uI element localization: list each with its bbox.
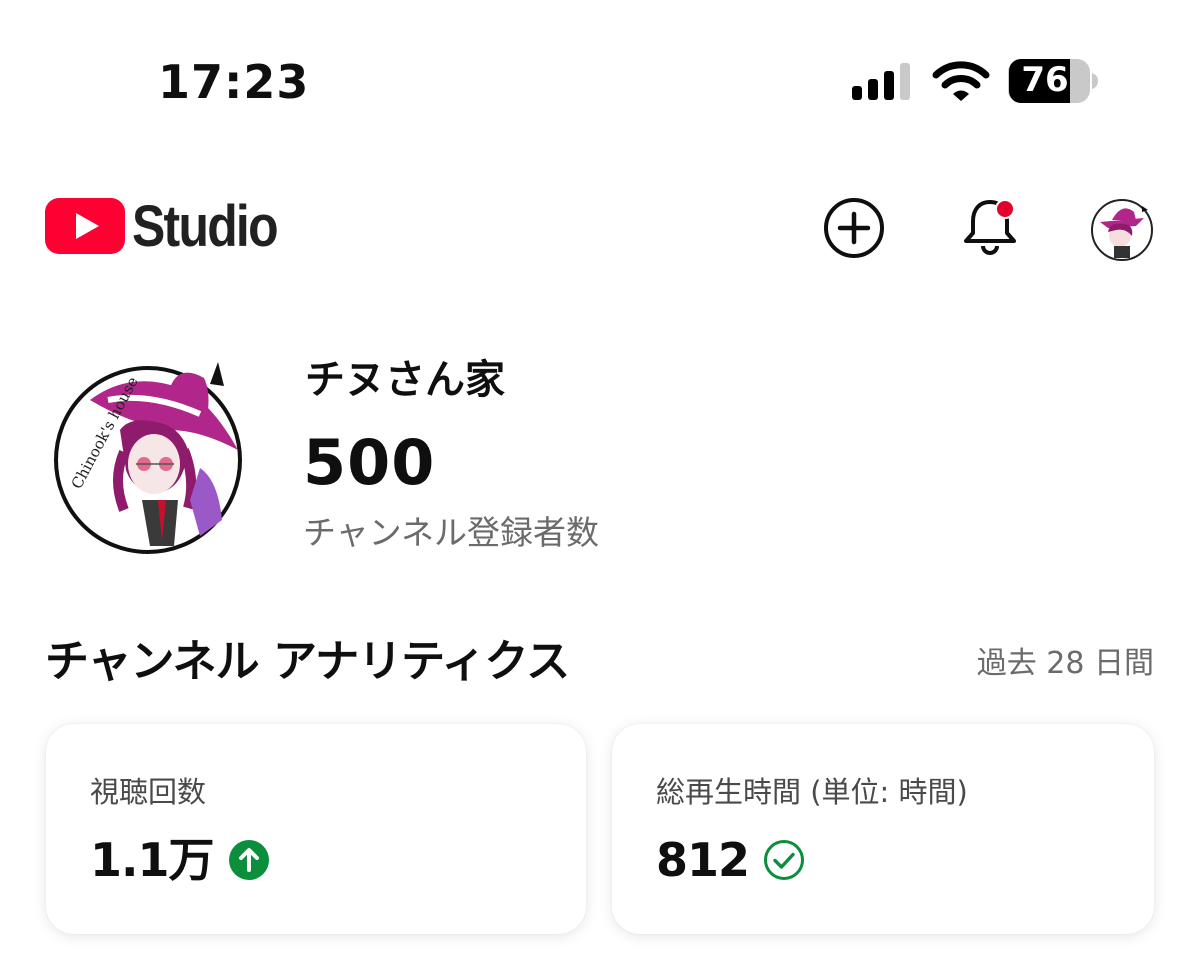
views-card[interactable]: 視聴回数 1.1万 <box>46 724 586 934</box>
views-label: 視聴回数 <box>90 775 207 809</box>
account-avatar[interactable] <box>1090 198 1154 262</box>
youtube-studio-dashboard: 17:23 76 Studio Chinook's house チヌさん家 50… <box>0 0 1200 974</box>
notification-dot <box>997 201 1013 217</box>
analytics-period[interactable]: 過去 28 日間 <box>977 642 1154 686</box>
arrow-up-circle-icon <box>228 840 269 880</box>
channel-avatar[interactable]: Chinook's house <box>50 360 250 555</box>
subscriber-label: チャンネル登録者数 <box>303 513 600 552</box>
wifi-icon <box>932 61 990 101</box>
watch-time-card[interactable]: 総再生時間 (単位: 時間) 812 <box>612 724 1154 934</box>
channel-name: チヌさん家 <box>305 357 505 403</box>
watch-time-label: 総再生時間 (単位: 時間) <box>656 775 968 809</box>
watch-time-value: 812 <box>656 833 750 887</box>
views-value: 1.1万 <box>90 833 214 887</box>
notification-bell-icon[interactable] <box>958 194 1022 258</box>
subscriber-count: 500 <box>303 426 436 499</box>
youtube-play-icon[interactable] <box>45 198 125 254</box>
signal-icon <box>852 63 910 100</box>
status-time: 17:23 <box>158 55 310 109</box>
studio-logo-text[interactable]: Studio <box>132 192 279 262</box>
create-icon[interactable] <box>822 196 886 260</box>
battery-level: 76 <box>1021 60 1069 100</box>
analytics-title: チャンネル アナリティクス <box>45 636 570 687</box>
check-circle-icon <box>764 840 805 880</box>
